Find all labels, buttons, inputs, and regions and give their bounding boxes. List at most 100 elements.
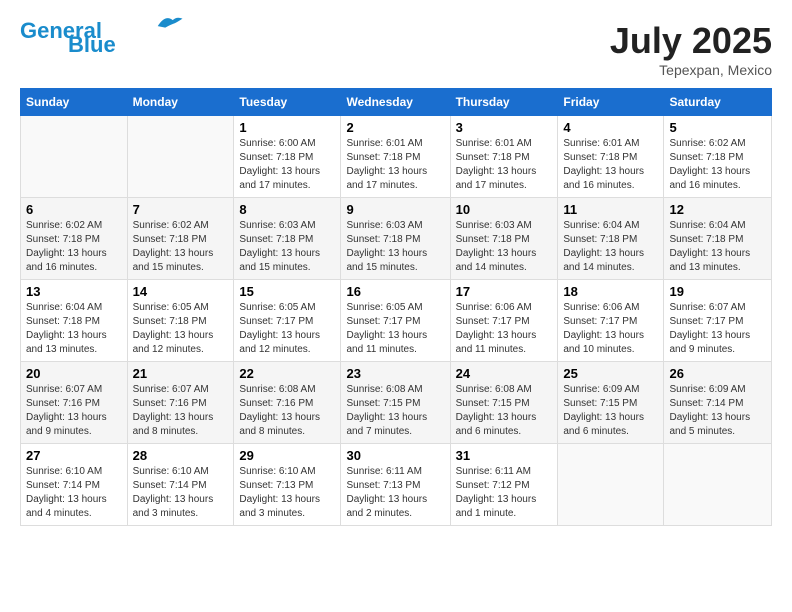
logo-bird-icon <box>154 12 184 32</box>
calendar-cell: 9 Sunrise: 6:03 AM Sunset: 7:18 PM Daylig… <box>341 198 450 280</box>
day-number: 16 <box>346 284 444 299</box>
column-header-saturday: Saturday <box>664 89 772 116</box>
calendar-cell: 17 Sunrise: 6:06 AM Sunset: 7:17 PM Dayli… <box>450 280 558 362</box>
day-info: Sunrise: 6:03 AM Sunset: 7:18 PM Dayligh… <box>239 219 335 275</box>
calendar-cell: 13 Sunrise: 6:04 AM Sunset: 7:18 PM Dayli… <box>21 280 128 362</box>
day-number: 17 <box>456 284 553 299</box>
calendar-cell: 11 Sunrise: 6:04 AM Sunset: 7:18 PM Dayli… <box>558 198 664 280</box>
day-info: Sunrise: 6:10 AM Sunset: 7:14 PM Dayligh… <box>133 465 229 521</box>
day-number: 12 <box>669 202 766 217</box>
day-info: Sunrise: 6:02 AM Sunset: 7:18 PM Dayligh… <box>133 219 229 275</box>
day-info: Sunrise: 6:08 AM Sunset: 7:15 PM Dayligh… <box>346 383 444 439</box>
day-number: 29 <box>239 448 335 463</box>
calendar-week-row: 27 Sunrise: 6:10 AM Sunset: 7:14 PM Dayli… <box>21 444 772 526</box>
day-number: 11 <box>563 202 658 217</box>
day-number: 10 <box>456 202 553 217</box>
day-number: 1 <box>239 120 335 135</box>
calendar-cell <box>558 444 664 526</box>
day-number: 27 <box>26 448 122 463</box>
day-number: 23 <box>346 366 444 381</box>
day-info: Sunrise: 6:07 AM Sunset: 7:16 PM Dayligh… <box>133 383 229 439</box>
calendar-cell: 27 Sunrise: 6:10 AM Sunset: 7:14 PM Dayli… <box>21 444 128 526</box>
day-info: Sunrise: 6:04 AM Sunset: 7:18 PM Dayligh… <box>563 219 658 275</box>
calendar-cell: 19 Sunrise: 6:07 AM Sunset: 7:17 PM Dayli… <box>664 280 772 362</box>
day-number: 4 <box>563 120 658 135</box>
day-info: Sunrise: 6:08 AM Sunset: 7:15 PM Dayligh… <box>456 383 553 439</box>
calendar-cell: 12 Sunrise: 6:04 AM Sunset: 7:18 PM Dayli… <box>664 198 772 280</box>
calendar-cell: 21 Sunrise: 6:07 AM Sunset: 7:16 PM Dayli… <box>127 362 234 444</box>
day-info: Sunrise: 6:03 AM Sunset: 7:18 PM Dayligh… <box>456 219 553 275</box>
page-header: General Blue July 2025 Tepexpan, Mexico <box>20 20 772 78</box>
calendar-cell: 2Sunrise: 6:01 AM Sunset: 7:18 PM Daylig… <box>341 116 450 198</box>
column-header-tuesday: Tuesday <box>234 89 341 116</box>
column-header-monday: Monday <box>127 89 234 116</box>
day-info: Sunrise: 6:01 AM Sunset: 7:18 PM Dayligh… <box>456 137 553 193</box>
day-number: 22 <box>239 366 335 381</box>
day-number: 14 <box>133 284 229 299</box>
calendar-cell: 26Sunrise: 6:09 AM Sunset: 7:14 PM Dayli… <box>664 362 772 444</box>
day-number: 21 <box>133 366 229 381</box>
calendar-cell: 1 Sunrise: 6:00 AM Sunset: 7:18 PM Daylig… <box>234 116 341 198</box>
day-info: Sunrise: 6:05 AM Sunset: 7:17 PM Dayligh… <box>239 301 335 357</box>
day-info: Sunrise: 6:07 AM Sunset: 7:17 PM Dayligh… <box>669 301 766 357</box>
calendar-cell: 16 Sunrise: 6:05 AM Sunset: 7:17 PM Dayli… <box>341 280 450 362</box>
calendar-cell: 20 Sunrise: 6:07 AM Sunset: 7:16 PM Dayli… <box>21 362 128 444</box>
calendar-cell: 30Sunrise: 6:11 AM Sunset: 7:13 PM Dayli… <box>341 444 450 526</box>
day-info: Sunrise: 6:05 AM Sunset: 7:17 PM Dayligh… <box>346 301 444 357</box>
day-info: Sunrise: 6:00 AM Sunset: 7:18 PM Dayligh… <box>239 137 335 193</box>
calendar-cell: 8 Sunrise: 6:03 AM Sunset: 7:18 PM Daylig… <box>234 198 341 280</box>
calendar-week-row: 1 Sunrise: 6:00 AM Sunset: 7:18 PM Daylig… <box>21 116 772 198</box>
location-subtitle: Tepexpan, Mexico <box>610 62 772 78</box>
logo-blue-text: Blue <box>68 34 116 56</box>
calendar-week-row: 20 Sunrise: 6:07 AM Sunset: 7:16 PM Dayli… <box>21 362 772 444</box>
calendar-cell: 24 Sunrise: 6:08 AM Sunset: 7:15 PM Dayli… <box>450 362 558 444</box>
day-number: 2 <box>346 120 444 135</box>
calendar-cell: 15 Sunrise: 6:05 AM Sunset: 7:17 PM Dayli… <box>234 280 341 362</box>
calendar-week-row: 13 Sunrise: 6:04 AM Sunset: 7:18 PM Dayli… <box>21 280 772 362</box>
calendar-cell <box>21 116 128 198</box>
day-info: Sunrise: 6:07 AM Sunset: 7:16 PM Dayligh… <box>26 383 122 439</box>
day-number: 5 <box>669 120 766 135</box>
day-number: 3 <box>456 120 553 135</box>
day-number: 9 <box>346 202 444 217</box>
column-header-friday: Friday <box>558 89 664 116</box>
day-number: 30 <box>346 448 444 463</box>
calendar-cell: 10 Sunrise: 6:03 AM Sunset: 7:18 PM Dayli… <box>450 198 558 280</box>
calendar-cell: 3 Sunrise: 6:01 AM Sunset: 7:18 PM Daylig… <box>450 116 558 198</box>
column-header-thursday: Thursday <box>450 89 558 116</box>
day-info: Sunrise: 6:03 AM Sunset: 7:18 PM Dayligh… <box>346 219 444 275</box>
day-info: Sunrise: 6:10 AM Sunset: 7:14 PM Dayligh… <box>26 465 122 521</box>
day-info: Sunrise: 6:09 AM Sunset: 7:14 PM Dayligh… <box>669 383 766 439</box>
day-number: 24 <box>456 366 553 381</box>
logo: General Blue <box>20 20 184 56</box>
day-number: 8 <box>239 202 335 217</box>
day-number: 19 <box>669 284 766 299</box>
column-header-wednesday: Wednesday <box>341 89 450 116</box>
calendar-cell: 23 Sunrise: 6:08 AM Sunset: 7:15 PM Dayli… <box>341 362 450 444</box>
day-header-row: SundayMondayTuesdayWednesdayThursdayFrid… <box>21 89 772 116</box>
calendar-cell: 31Sunrise: 6:11 AM Sunset: 7:12 PM Dayli… <box>450 444 558 526</box>
title-block: July 2025 Tepexpan, Mexico <box>610 20 772 78</box>
calendar-cell: 28 Sunrise: 6:10 AM Sunset: 7:14 PM Dayli… <box>127 444 234 526</box>
day-info: Sunrise: 6:06 AM Sunset: 7:17 PM Dayligh… <box>456 301 553 357</box>
day-number: 7 <box>133 202 229 217</box>
day-number: 28 <box>133 448 229 463</box>
day-number: 15 <box>239 284 335 299</box>
calendar-cell <box>127 116 234 198</box>
day-info: Sunrise: 6:04 AM Sunset: 7:18 PM Dayligh… <box>669 219 766 275</box>
day-number: 31 <box>456 448 553 463</box>
day-number: 18 <box>563 284 658 299</box>
day-number: 20 <box>26 366 122 381</box>
calendar-cell: 29 Sunrise: 6:10 AM Sunset: 7:13 PM Dayli… <box>234 444 341 526</box>
day-info: Sunrise: 6:04 AM Sunset: 7:18 PM Dayligh… <box>26 301 122 357</box>
calendar-cell: 25Sunrise: 6:09 AM Sunset: 7:15 PM Dayli… <box>558 362 664 444</box>
month-title: July 2025 <box>610 20 772 62</box>
day-info: Sunrise: 6:02 AM Sunset: 7:18 PM Dayligh… <box>26 219 122 275</box>
calendar-table: SundayMondayTuesdayWednesdayThursdayFrid… <box>20 88 772 526</box>
calendar-cell: 4Sunrise: 6:01 AM Sunset: 7:18 PM Daylig… <box>558 116 664 198</box>
day-info: Sunrise: 6:06 AM Sunset: 7:17 PM Dayligh… <box>563 301 658 357</box>
day-info: Sunrise: 6:10 AM Sunset: 7:13 PM Dayligh… <box>239 465 335 521</box>
day-number: 25 <box>563 366 658 381</box>
day-number: 13 <box>26 284 122 299</box>
calendar-cell: 5Sunrise: 6:02 AM Sunset: 7:18 PM Daylig… <box>664 116 772 198</box>
